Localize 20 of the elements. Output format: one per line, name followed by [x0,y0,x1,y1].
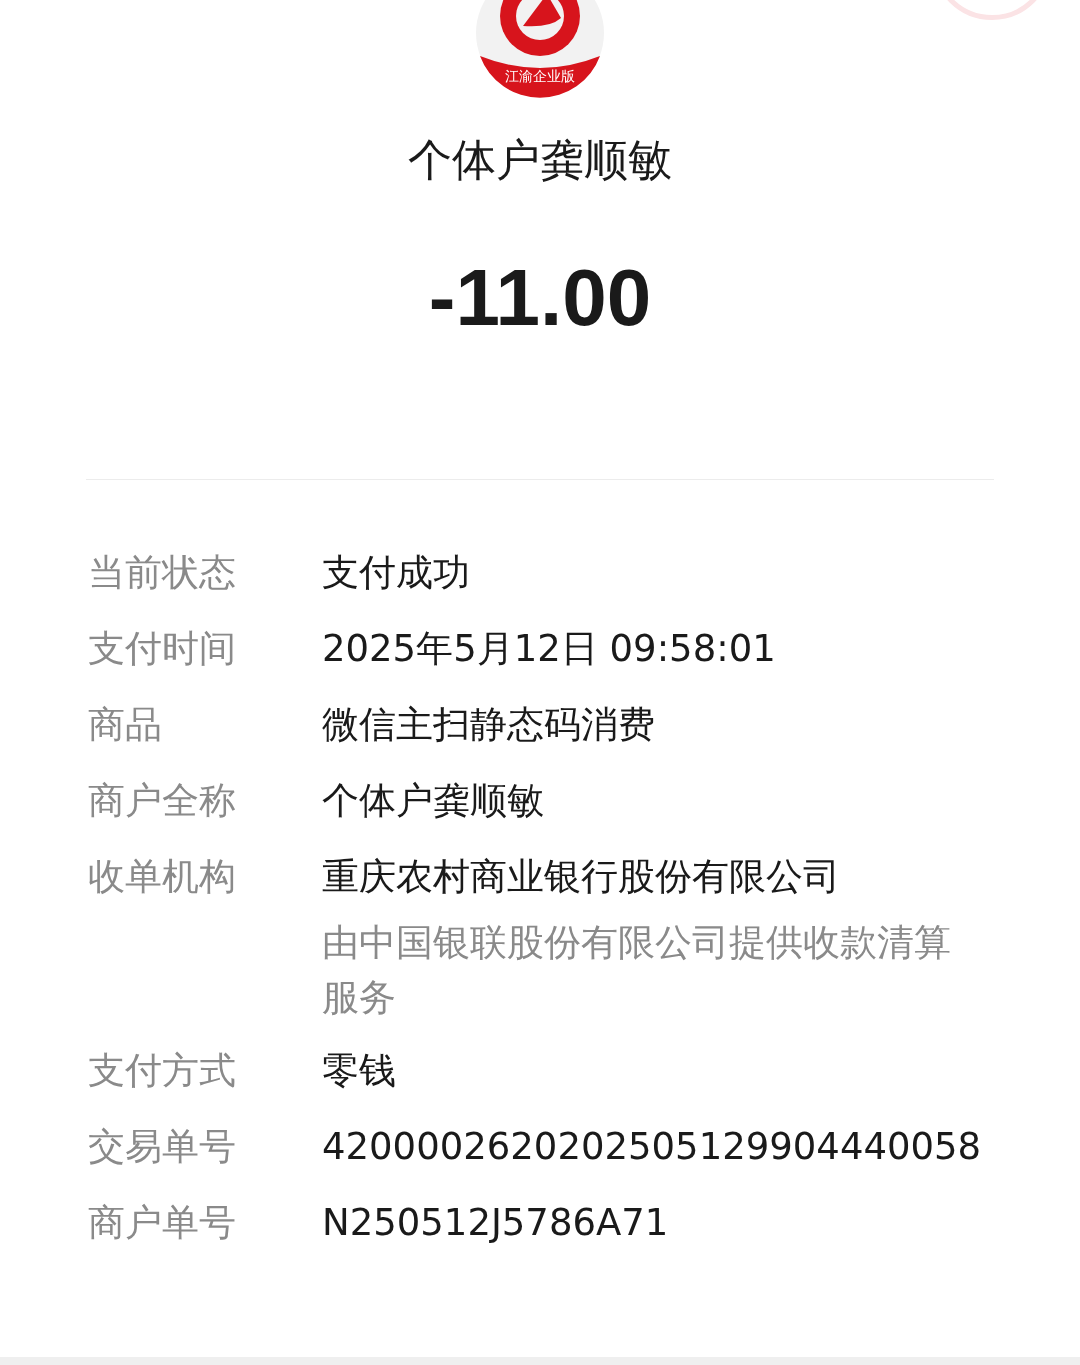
merchant-name: 个体户龚顺敏 [407,133,673,187]
detail-note: 由中国银联股份有限公司提供收款清算服务 [322,920,952,1021]
logo-text: 江渝企业版 [504,68,576,86]
detail-label: 支付方式 [88,1048,237,1094]
detail-value: 重庆农村商业银行股份有限公司 [322,854,841,900]
detail-label: 商户单号 [88,1200,237,1246]
detail-value: N250512J5786A71 [322,1200,670,1246]
detail-label: 当前状态 [88,550,237,596]
amount: -11.00 [427,252,653,344]
detail-label: 交易单号 [88,1124,237,1170]
detail-value: 个体户龚顺敏 [322,778,545,824]
detail-label: 商户全称 [88,778,237,824]
detail-value: 4200002620202505129904440058 [322,1124,982,1170]
detail-label: 支付时间 [88,626,237,672]
detail-label: 商品 [88,702,163,748]
detail-value: 2025年5月12日 09:58:01 [322,626,777,672]
detail-value: 零钱 [322,1048,397,1094]
detail-label: 收单机构 [88,854,237,900]
detail-value: 微信主扫静态码消费 [322,702,656,748]
detail-value: 支付成功 [322,550,471,596]
